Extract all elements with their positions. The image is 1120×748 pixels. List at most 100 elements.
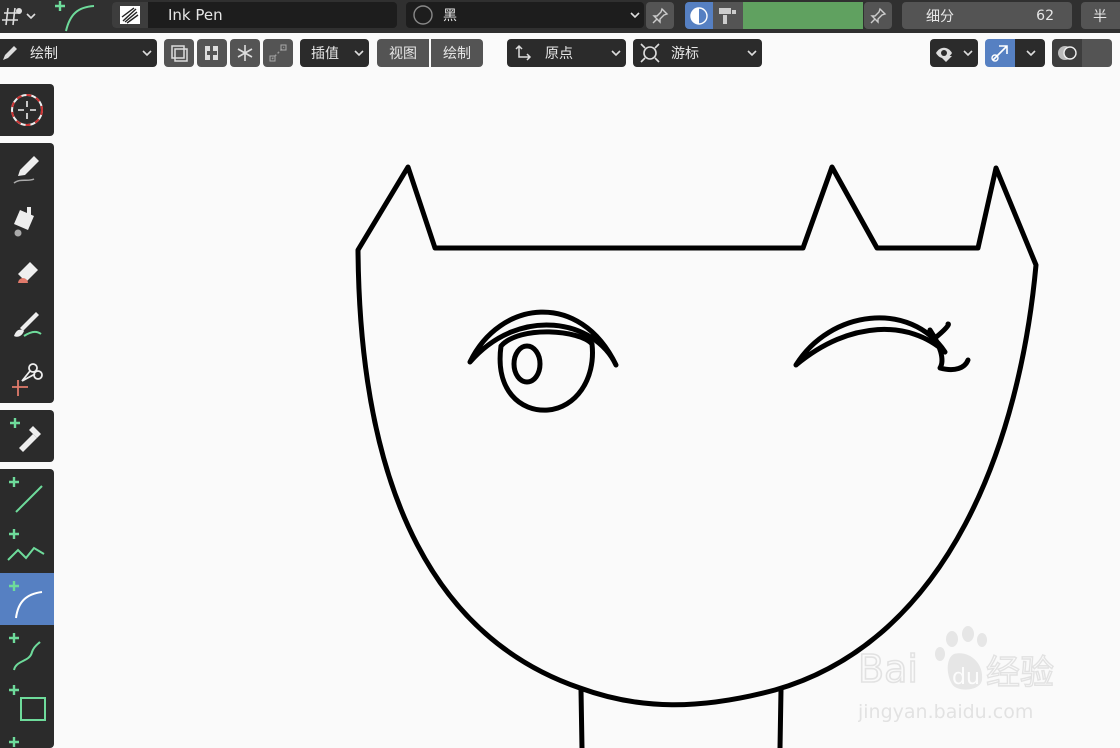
cursor-tool[interactable] xyxy=(0,84,54,136)
polyline-tool[interactable] xyxy=(0,521,54,573)
eyedropper-tool[interactable] xyxy=(0,410,54,462)
interpolate-dropdown[interactable]: 插值 xyxy=(300,39,369,67)
chevron-down-icon xyxy=(354,50,364,57)
circle-tool[interactable] xyxy=(0,729,54,748)
right-eyelash xyxy=(927,327,971,373)
fill-tool[interactable] xyxy=(0,195,54,247)
autolock-toggle[interactable] xyxy=(197,39,227,67)
color-swatch[interactable] xyxy=(743,2,863,29)
gizmo-arrows-icon xyxy=(991,45,1008,62)
pin-icon xyxy=(870,7,887,24)
chevron-down-icon xyxy=(611,50,621,57)
curve-edit-toggle[interactable] xyxy=(263,39,293,67)
tint-tool[interactable] xyxy=(0,299,54,351)
material-sphere-icon xyxy=(413,5,433,25)
chevron-down-icon xyxy=(1026,50,1036,57)
chevron-down-icon xyxy=(142,50,152,57)
origin-label: 原点 xyxy=(545,46,573,62)
arc-icon xyxy=(55,1,95,32)
active-tool-indicator[interactable] xyxy=(48,0,100,33)
arc-tool[interactable] xyxy=(0,573,54,625)
tint-brush-icon xyxy=(14,312,42,337)
pencil-draw-icon xyxy=(13,156,39,184)
scissors-cut-icon xyxy=(12,363,43,396)
line-tool[interactable] xyxy=(0,469,54,521)
material-selector[interactable]: 黑 xyxy=(406,2,644,28)
watermark-bai-text: Bai xyxy=(858,647,918,691)
overlay-dropdown[interactable] xyxy=(1082,39,1112,67)
watermark-du-text: du xyxy=(952,665,980,690)
left-eye xyxy=(497,329,595,413)
color-mode-toggle[interactable] xyxy=(685,2,713,29)
paint-bucket-icon xyxy=(14,207,34,237)
cut-label: 半 xyxy=(1093,8,1107,25)
cat-neck-left xyxy=(578,687,585,748)
curve-icon xyxy=(9,633,41,671)
curve-dots-icon xyxy=(269,44,287,62)
cut-field[interactable]: 半 xyxy=(1081,2,1120,29)
eye-filter-icon xyxy=(936,47,952,62)
curve-tool[interactable] xyxy=(0,625,54,677)
brush-name: Ink Pen xyxy=(168,6,223,24)
gizmo-toggle[interactable] xyxy=(985,39,1015,67)
mode-label: 绘制 xyxy=(30,46,58,62)
subdivision-label: 细分 xyxy=(926,8,954,25)
multiframe-toggle[interactable] xyxy=(164,39,194,67)
draw-tool[interactable] xyxy=(0,143,54,195)
vertex-color-toggle[interactable] xyxy=(713,2,743,29)
left-eyebrow xyxy=(467,309,619,368)
toolgroup-draw xyxy=(0,143,54,403)
chevron-down-icon xyxy=(747,50,757,57)
overlay-toggle[interactable] xyxy=(1052,39,1082,67)
gizmo-dropdown[interactable] xyxy=(1015,39,1045,67)
subdivision-value: 62 xyxy=(1036,7,1054,24)
cursor-target-icon xyxy=(640,43,660,63)
overlay-circles-icon xyxy=(1058,46,1077,60)
interpolate-label: 插值 xyxy=(311,46,339,62)
draw-menu[interactable]: 绘制 xyxy=(431,39,483,67)
erase-tool[interactable] xyxy=(0,247,54,299)
color-circle-icon xyxy=(690,6,708,25)
material-name: 黑 xyxy=(443,8,457,24)
brush-selector[interactable]: Ink Pen xyxy=(112,2,397,28)
origin-dropdown[interactable]: 原点 xyxy=(507,39,626,67)
arc-icon xyxy=(9,581,43,619)
box-tool[interactable] xyxy=(0,677,54,729)
multiframe-icon xyxy=(171,45,188,62)
mode-dropdown[interactable]: 绘制 xyxy=(0,39,157,67)
eraser-icon xyxy=(18,262,38,283)
cursor-label: 游标 xyxy=(671,46,699,62)
toolgroup-cursor xyxy=(0,84,54,136)
baidu-paw-logo: Bai du 经验 jingyan.baidu.com xyxy=(857,626,1055,723)
brush-preview xyxy=(112,2,148,28)
visibility-dropdown[interactable] xyxy=(930,39,978,67)
pencil-icon xyxy=(3,46,17,60)
right-eyelash-tip xyxy=(932,321,951,341)
grease-pencil-grid-icon xyxy=(2,7,22,26)
polyline-icon xyxy=(7,529,45,561)
crosshair-cursor-icon xyxy=(11,94,43,126)
snowflake-icon xyxy=(237,45,253,61)
chevron-down-icon xyxy=(963,50,973,57)
vertex-paint-icon xyxy=(719,7,736,24)
chevron-down-icon xyxy=(26,13,36,20)
chevron-down-icon xyxy=(630,12,640,19)
snap-freeze-toggle[interactable] xyxy=(230,39,260,67)
subdivision-field[interactable]: 细分 62 xyxy=(902,2,1072,29)
tool-settings-bar: 绘制 插值 视图 绘制 原点 游标 xyxy=(0,33,1120,72)
cursor-dropdown[interactable]: 游标 xyxy=(633,39,762,67)
left-pupil xyxy=(511,343,543,385)
pin-material-button[interactable] xyxy=(646,2,674,29)
header-bar: Ink Pen 黑 细分 62 半 xyxy=(0,0,1120,33)
pin-color-button[interactable] xyxy=(864,2,892,29)
layers-icon xyxy=(205,46,218,60)
view-menu[interactable]: 视图 xyxy=(377,39,429,67)
cat-neck-right xyxy=(777,687,784,748)
eyedropper-icon xyxy=(10,418,41,452)
box-icon xyxy=(9,685,46,721)
cutter-tool[interactable] xyxy=(0,351,54,403)
pin-icon xyxy=(652,7,669,24)
editor-type-button[interactable] xyxy=(0,3,40,29)
toolgroup-eyedropper xyxy=(0,410,54,462)
line-icon xyxy=(9,477,43,513)
